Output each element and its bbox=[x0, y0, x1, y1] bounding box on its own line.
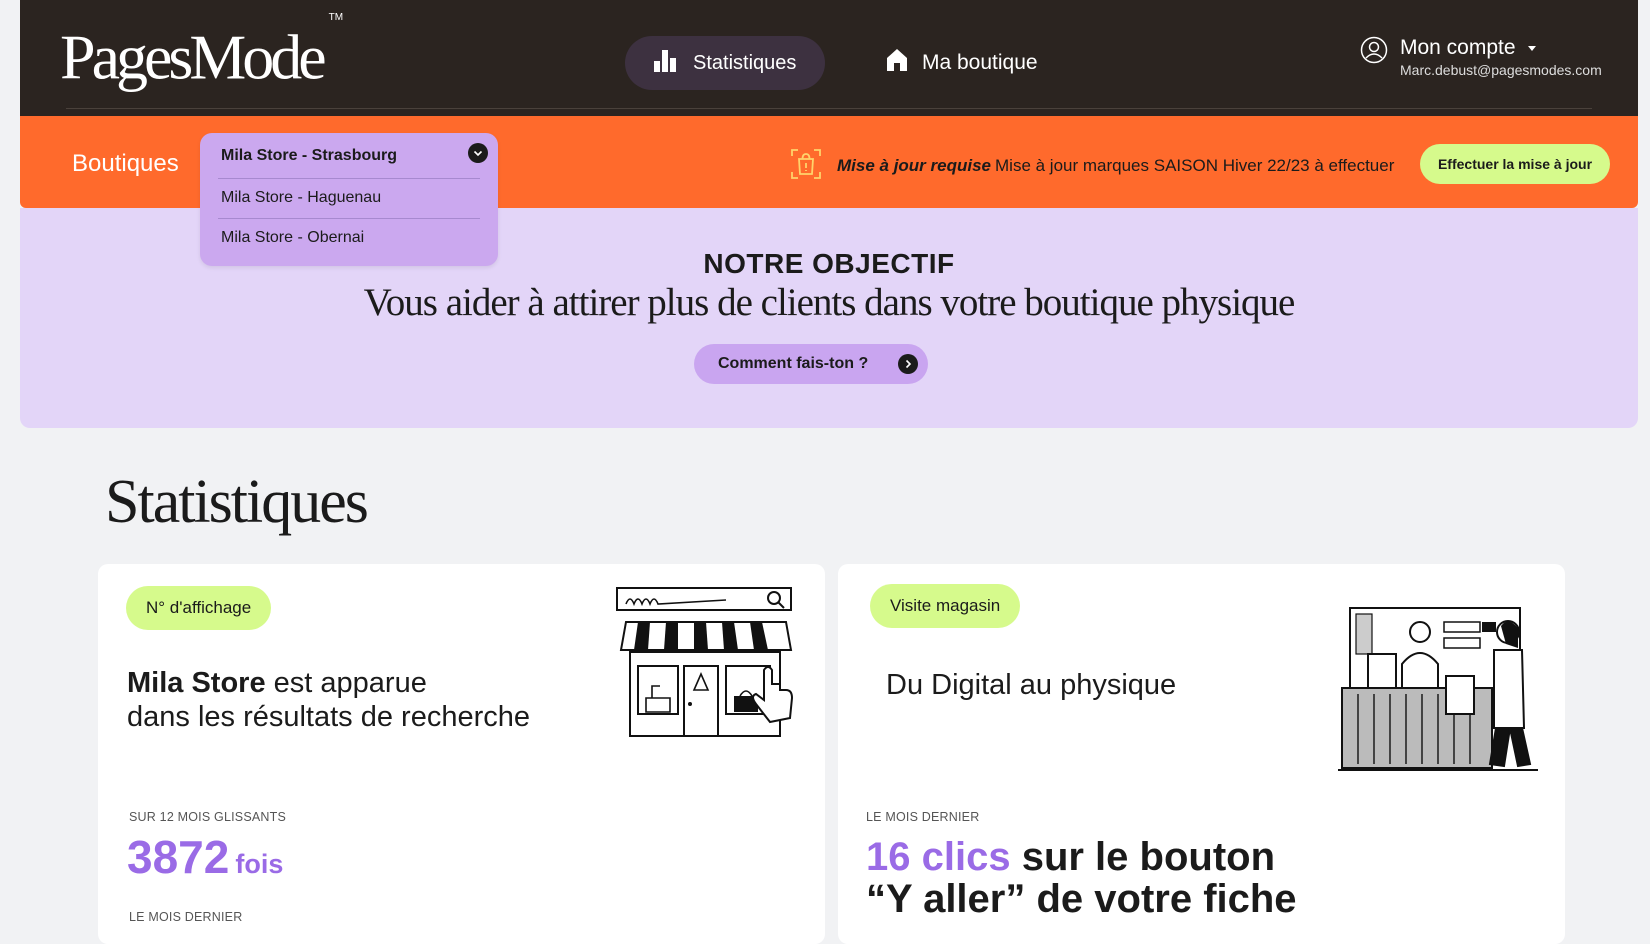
shopping-bag-alert-icon bbox=[790, 148, 822, 185]
clicks-text: sur le bouton bbox=[1010, 835, 1276, 879]
last-month-label: LE MOIS DERNIER bbox=[866, 810, 980, 824]
dropdown-divider bbox=[218, 218, 480, 219]
headline-text: est apparue bbox=[265, 667, 427, 699]
objective-subtitle: Vous aider à attirer plus de clients dan… bbox=[363, 281, 1296, 324]
top-header: PagesModeTM Statistiques Ma boutique Mon… bbox=[20, 0, 1638, 116]
impressions-unit: fois bbox=[235, 849, 284, 879]
account-email: Marc.debust@pagesmodes.com bbox=[1400, 62, 1602, 78]
impressions-value: 3872 bbox=[127, 831, 230, 883]
store-visit-card: Visite magasin Du Digital au physique LE… bbox=[838, 564, 1565, 944]
impressions-headline: Mila Store est apparue dans les résultat… bbox=[127, 666, 530, 734]
clicks-count: 16 clics bbox=[866, 835, 1011, 879]
brand-logo[interactable]: PagesModeTM bbox=[60, 12, 343, 97]
store-visit-headline: Du Digital au physique bbox=[886, 669, 1177, 701]
boutiques-label: Boutiques bbox=[72, 150, 179, 177]
how-it-works-label: Comment fais-ton ? bbox=[718, 355, 869, 372]
headline-line2: dans les résultats de recherche bbox=[127, 701, 530, 733]
store-option-haguenau[interactable]: Mila Store - Haguenau bbox=[221, 189, 381, 207]
store-visit-tag: Visite magasin bbox=[870, 584, 1021, 628]
shop-counter-illustration bbox=[1338, 604, 1542, 779]
dropdown-divider bbox=[218, 178, 480, 179]
clicks-line2: “Y aller” de votre fiche bbox=[866, 877, 1297, 921]
nav-ma-boutique-label: Ma boutique bbox=[922, 50, 1038, 74]
impressions-tag: N° d'affichage bbox=[126, 586, 272, 630]
perform-update-button[interactable]: Effectuer la mise à jour bbox=[1420, 144, 1610, 184]
logo-text: PagesMode bbox=[60, 21, 327, 93]
clicks-headline: 16 clics sur le bouton “Y aller” de votr… bbox=[866, 836, 1297, 920]
chevron-down-icon[interactable] bbox=[468, 143, 488, 163]
user-icon bbox=[1360, 36, 1388, 78]
nav-statistiques-label: Statistiques bbox=[693, 51, 797, 74]
home-icon bbox=[886, 48, 908, 77]
statistics-title: Statistiques bbox=[105, 468, 369, 536]
how-it-works-button[interactable]: Comment fais-ton ? bbox=[694, 344, 928, 384]
last-month-label: LE MOIS DERNIER bbox=[129, 910, 243, 924]
storefront-illustration bbox=[616, 586, 796, 751]
logo-trademark: TM bbox=[328, 12, 344, 23]
store-option-obernai[interactable]: Mila Store - Obernai bbox=[221, 229, 364, 247]
store-dropdown[interactable]: Mila Store - Strasbourg Mila Store - Hag… bbox=[200, 133, 498, 266]
header-divider bbox=[66, 108, 1592, 109]
update-required-title: Mise à jour requise bbox=[837, 156, 991, 175]
nav-statistiques[interactable]: Statistiques bbox=[625, 36, 825, 90]
account-menu[interactable]: Mon compte Marc.debust@pagesmodes.com bbox=[1360, 36, 1602, 78]
chevron-right-icon bbox=[898, 354, 918, 374]
chevron-down-icon bbox=[1527, 45, 1536, 51]
store-name: Mila Store bbox=[127, 667, 266, 699]
rolling-12-months-label: SUR 12 MOIS GLISSANTS bbox=[129, 810, 287, 824]
update-message: Mise à jour marques SAISON Hiver 22/23 à… bbox=[995, 156, 1395, 175]
nav-ma-boutique[interactable]: Ma boutique bbox=[886, 48, 1038, 77]
account-label: Mon compte bbox=[1400, 36, 1516, 59]
bar-chart-icon bbox=[653, 49, 677, 78]
impressions-count: 3872 fois bbox=[127, 832, 283, 889]
impressions-card: N° d'affichage Mila Store est apparue da… bbox=[98, 564, 825, 944]
store-selected[interactable]: Mila Store - Strasbourg bbox=[221, 147, 397, 165]
